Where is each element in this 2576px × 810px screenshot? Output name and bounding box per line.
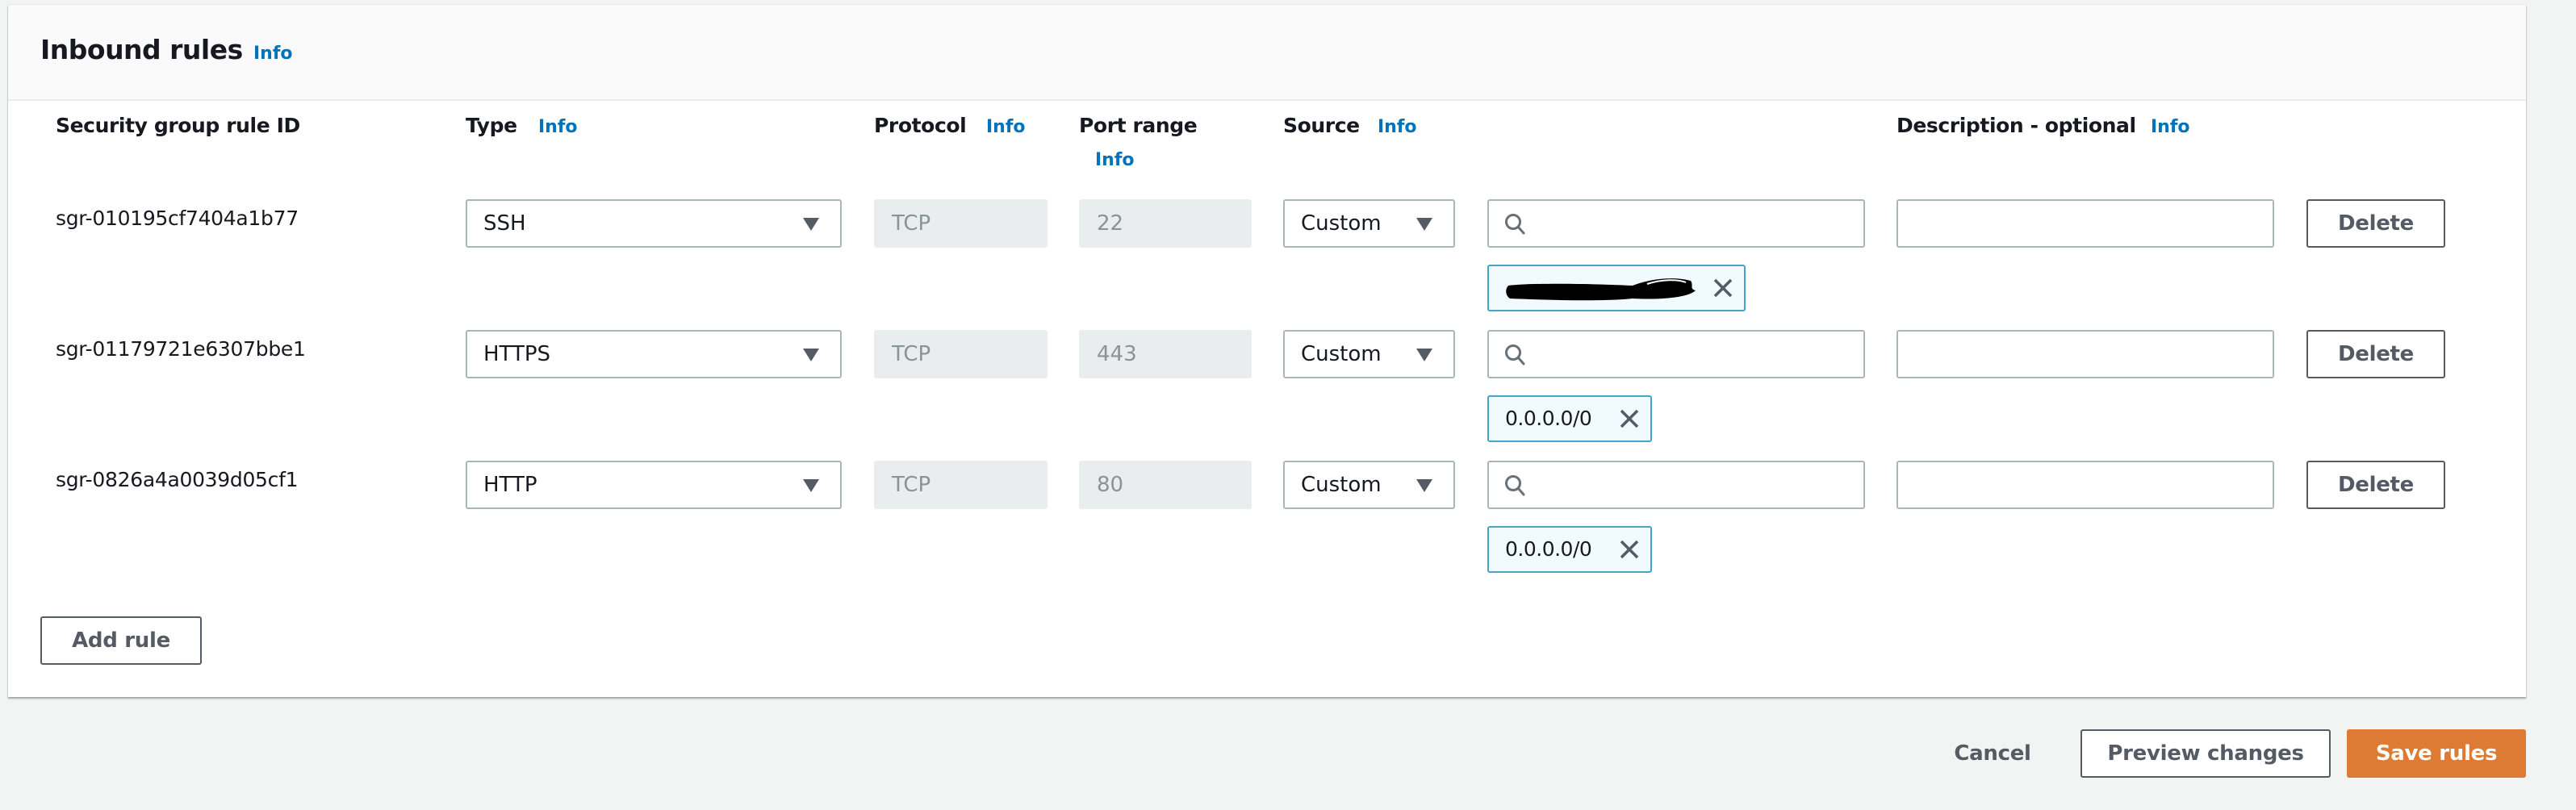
add-rule-button[interactable]: Add rule bbox=[40, 616, 202, 665]
panel-header: Inbound rules Info bbox=[8, 5, 2526, 101]
source-search-input[interactable] bbox=[1487, 461, 1865, 509]
type-select-value: HTTP bbox=[483, 473, 537, 497]
caret-down-icon bbox=[1416, 479, 1432, 492]
source-chip: 0.0.0.0/0 bbox=[1487, 526, 1652, 573]
source-chip bbox=[1487, 265, 1746, 311]
title-info-link[interactable]: Info bbox=[253, 44, 293, 64]
redacted-value bbox=[1506, 278, 1696, 301]
source-type-select-value: Custom bbox=[1301, 342, 1382, 366]
delete-button[interactable]: Delete bbox=[2306, 330, 2445, 378]
search-icon bbox=[1505, 344, 1525, 365]
search-icon bbox=[1505, 475, 1525, 496]
column-header-source: Source bbox=[1283, 114, 1360, 137]
rule-id: sgr-0826a4a0039d05cf1 bbox=[56, 468, 299, 491]
caret-down-icon bbox=[1416, 218, 1432, 231]
source-chip-value: 0.0.0.0/0 bbox=[1505, 407, 1592, 430]
search-icon bbox=[1505, 214, 1525, 235]
protocol-info-link[interactable]: Info bbox=[986, 117, 1026, 137]
source-type-select[interactable]: Custom bbox=[1283, 461, 1455, 509]
port-range-field: 443 bbox=[1079, 330, 1252, 378]
type-select-value: SSH bbox=[483, 211, 526, 236]
rule-id: sgr-010195cf7404a1b77 bbox=[56, 207, 299, 230]
description-info-link[interactable]: Info bbox=[2151, 117, 2190, 137]
remove-chip-icon[interactable] bbox=[1618, 407, 1641, 430]
port-range-field: 22 bbox=[1079, 199, 1252, 248]
caret-down-icon bbox=[803, 349, 819, 361]
protocol-field: TCP bbox=[874, 461, 1048, 509]
save-rules-button[interactable]: Save rules bbox=[2347, 729, 2526, 778]
description-input[interactable] bbox=[1896, 330, 2274, 378]
column-header-rule-id: Security group rule ID bbox=[56, 114, 300, 137]
type-select[interactable]: SSH bbox=[466, 199, 842, 248]
source-info-link[interactable]: Info bbox=[1378, 117, 1417, 137]
source-type-select[interactable]: Custom bbox=[1283, 330, 1455, 378]
column-header-type: Type bbox=[466, 114, 517, 137]
caret-down-icon bbox=[803, 479, 819, 492]
column-header-description: Description - optional bbox=[1896, 114, 2136, 137]
type-info-link[interactable]: Info bbox=[538, 117, 578, 137]
remove-chip-icon[interactable] bbox=[1712, 277, 1734, 299]
type-select[interactable]: HTTPS bbox=[466, 330, 842, 378]
protocol-field: TCP bbox=[874, 330, 1048, 378]
delete-button[interactable]: Delete bbox=[2306, 461, 2445, 509]
cancel-button[interactable]: Cancel bbox=[1940, 729, 2045, 778]
source-type-select-value: Custom bbox=[1301, 473, 1382, 497]
source-type-select-value: Custom bbox=[1301, 211, 1382, 236]
source-chip: 0.0.0.0/0 bbox=[1487, 395, 1652, 442]
remove-chip-icon[interactable] bbox=[1618, 538, 1641, 561]
preview-changes-button[interactable]: Preview changes bbox=[2080, 729, 2331, 778]
protocol-field: TCP bbox=[874, 199, 1048, 248]
panel-title: Inbound rules bbox=[40, 34, 243, 65]
source-chip-value: 0.0.0.0/0 bbox=[1505, 537, 1592, 561]
delete-button[interactable]: Delete bbox=[2306, 199, 2445, 248]
column-header-port-range: Port range bbox=[1079, 114, 1198, 137]
description-input[interactable] bbox=[1896, 199, 2274, 248]
caret-down-icon bbox=[803, 218, 819, 231]
source-type-select[interactable]: Custom bbox=[1283, 199, 1455, 248]
type-select-value: HTTPS bbox=[483, 342, 551, 366]
source-search-input[interactable] bbox=[1487, 330, 1865, 378]
port-range-field: 80 bbox=[1079, 461, 1252, 509]
column-header-protocol: Protocol bbox=[874, 114, 967, 137]
inbound-rules-panel: Inbound rules Info Security group rule I… bbox=[8, 5, 2526, 697]
rule-id: sgr-01179721e6307bbe1 bbox=[56, 337, 306, 361]
source-search-input[interactable] bbox=[1487, 199, 1865, 248]
description-input[interactable] bbox=[1896, 461, 2274, 509]
port-range-info-link[interactable]: Info bbox=[1095, 150, 1135, 170]
type-select[interactable]: HTTP bbox=[466, 461, 842, 509]
caret-down-icon bbox=[1416, 349, 1432, 361]
